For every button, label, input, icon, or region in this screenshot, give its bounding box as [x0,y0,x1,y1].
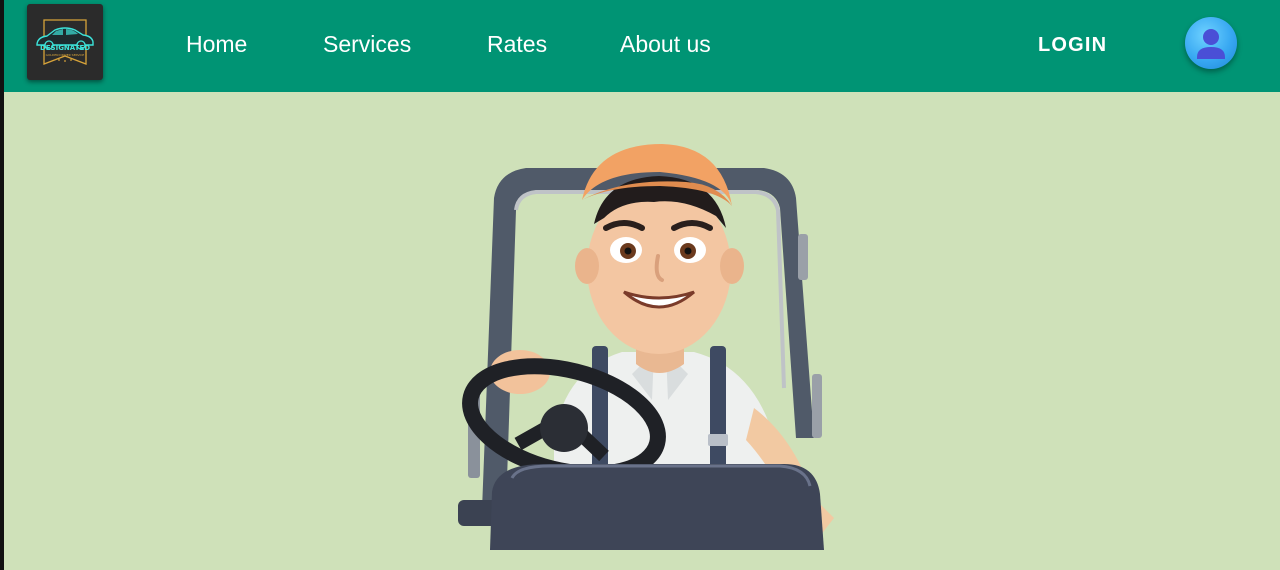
app-window: DESIGNATED GOLDEN DRIVER SERVICE Home Se… [4,0,1280,570]
nav-rates[interactable]: Rates [487,31,547,58]
logo-subtitle: GOLDEN DRIVER SERVICE [45,53,85,57]
nav-about-us[interactable]: About us [620,31,711,58]
user-avatar-button[interactable] [1185,17,1237,69]
nav-home[interactable]: Home [186,31,247,58]
logo-name: DESIGNATED [39,44,91,52]
top-navigation-bar: DESIGNATED GOLDEN DRIVER SERVICE Home Se… [4,0,1280,92]
brand-logo[interactable]: DESIGNATED GOLDEN DRIVER SERVICE [27,4,103,80]
nav-services[interactable]: Services [323,31,411,58]
hero-driver-illustration [458,144,834,550]
user-icon [1197,29,1225,59]
car-logo-icon [36,19,94,65]
login-button[interactable]: LOGIN [1038,32,1107,58]
